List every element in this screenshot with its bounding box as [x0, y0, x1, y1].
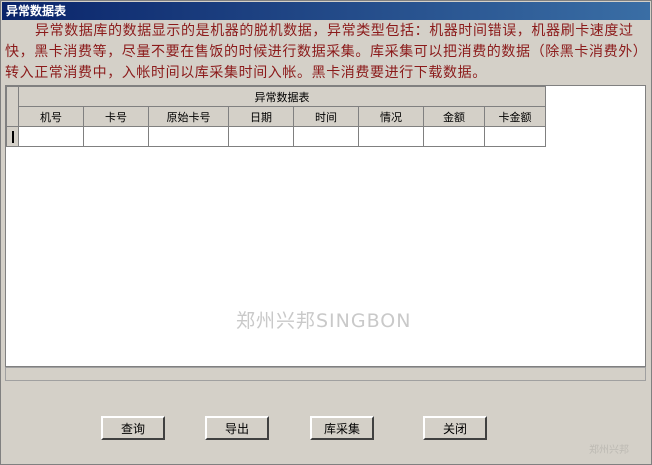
close-button[interactable]: 关闭 [423, 416, 487, 440]
abnormal-data-table[interactable]: 异常数据表 机号 卡号 原始卡号 日期 时间 情况 金额 卡金额 [6, 86, 546, 147]
row-indicator[interactable] [6, 126, 19, 147]
row-cursor-icon [11, 131, 14, 143]
watermark: 郑州兴邦SINGBON [236, 310, 412, 332]
column-header-original-card-no[interactable]: 原始卡号 [148, 106, 229, 127]
cell-status[interactable] [358, 126, 424, 147]
cell-amount[interactable] [423, 126, 485, 147]
cell-card-no[interactable] [83, 126, 149, 147]
row-indicator-header [6, 86, 19, 127]
export-button[interactable]: 导出 [205, 416, 269, 440]
column-header-time[interactable]: 时间 [293, 106, 359, 127]
data-grid-area[interactable]: 异常数据表 机号 卡号 原始卡号 日期 时间 情况 金额 卡金额 郑州兴邦SIN… [5, 85, 646, 367]
horizontal-scrollbar[interactable] [5, 367, 646, 381]
window-title: 异常数据表 [2, 2, 650, 20]
column-header-machine-no[interactable]: 机号 [18, 106, 84, 127]
corner-watermark: 郑州兴邦 [589, 445, 629, 456]
table-row[interactable] [6, 126, 546, 147]
abnormal-data-window: 异常数据表 异常数据库的数据显示的是机器的脱机数据，异常类型包括：机器时间错误，… [0, 0, 652, 465]
column-header-card-no[interactable]: 卡号 [83, 106, 149, 127]
column-header-card-balance[interactable]: 卡金额 [484, 106, 546, 127]
cell-machine-no[interactable] [18, 126, 84, 147]
column-header-status[interactable]: 情况 [358, 106, 424, 127]
table-caption: 异常数据表 [18, 86, 546, 107]
cell-card-balance[interactable] [484, 126, 546, 147]
column-header-amount[interactable]: 金额 [423, 106, 485, 127]
cell-original-card-no[interactable] [148, 126, 229, 147]
column-header-date[interactable]: 日期 [228, 106, 294, 127]
cell-time[interactable] [293, 126, 359, 147]
query-button[interactable]: 查询 [101, 416, 165, 440]
cell-date[interactable] [228, 126, 294, 147]
notice-text: 异常数据库的数据显示的是机器的脱机数据，异常类型包括：机器时间错误，机器刷卡速度… [5, 23, 641, 81]
collect-button[interactable]: 库采集 [310, 416, 374, 440]
